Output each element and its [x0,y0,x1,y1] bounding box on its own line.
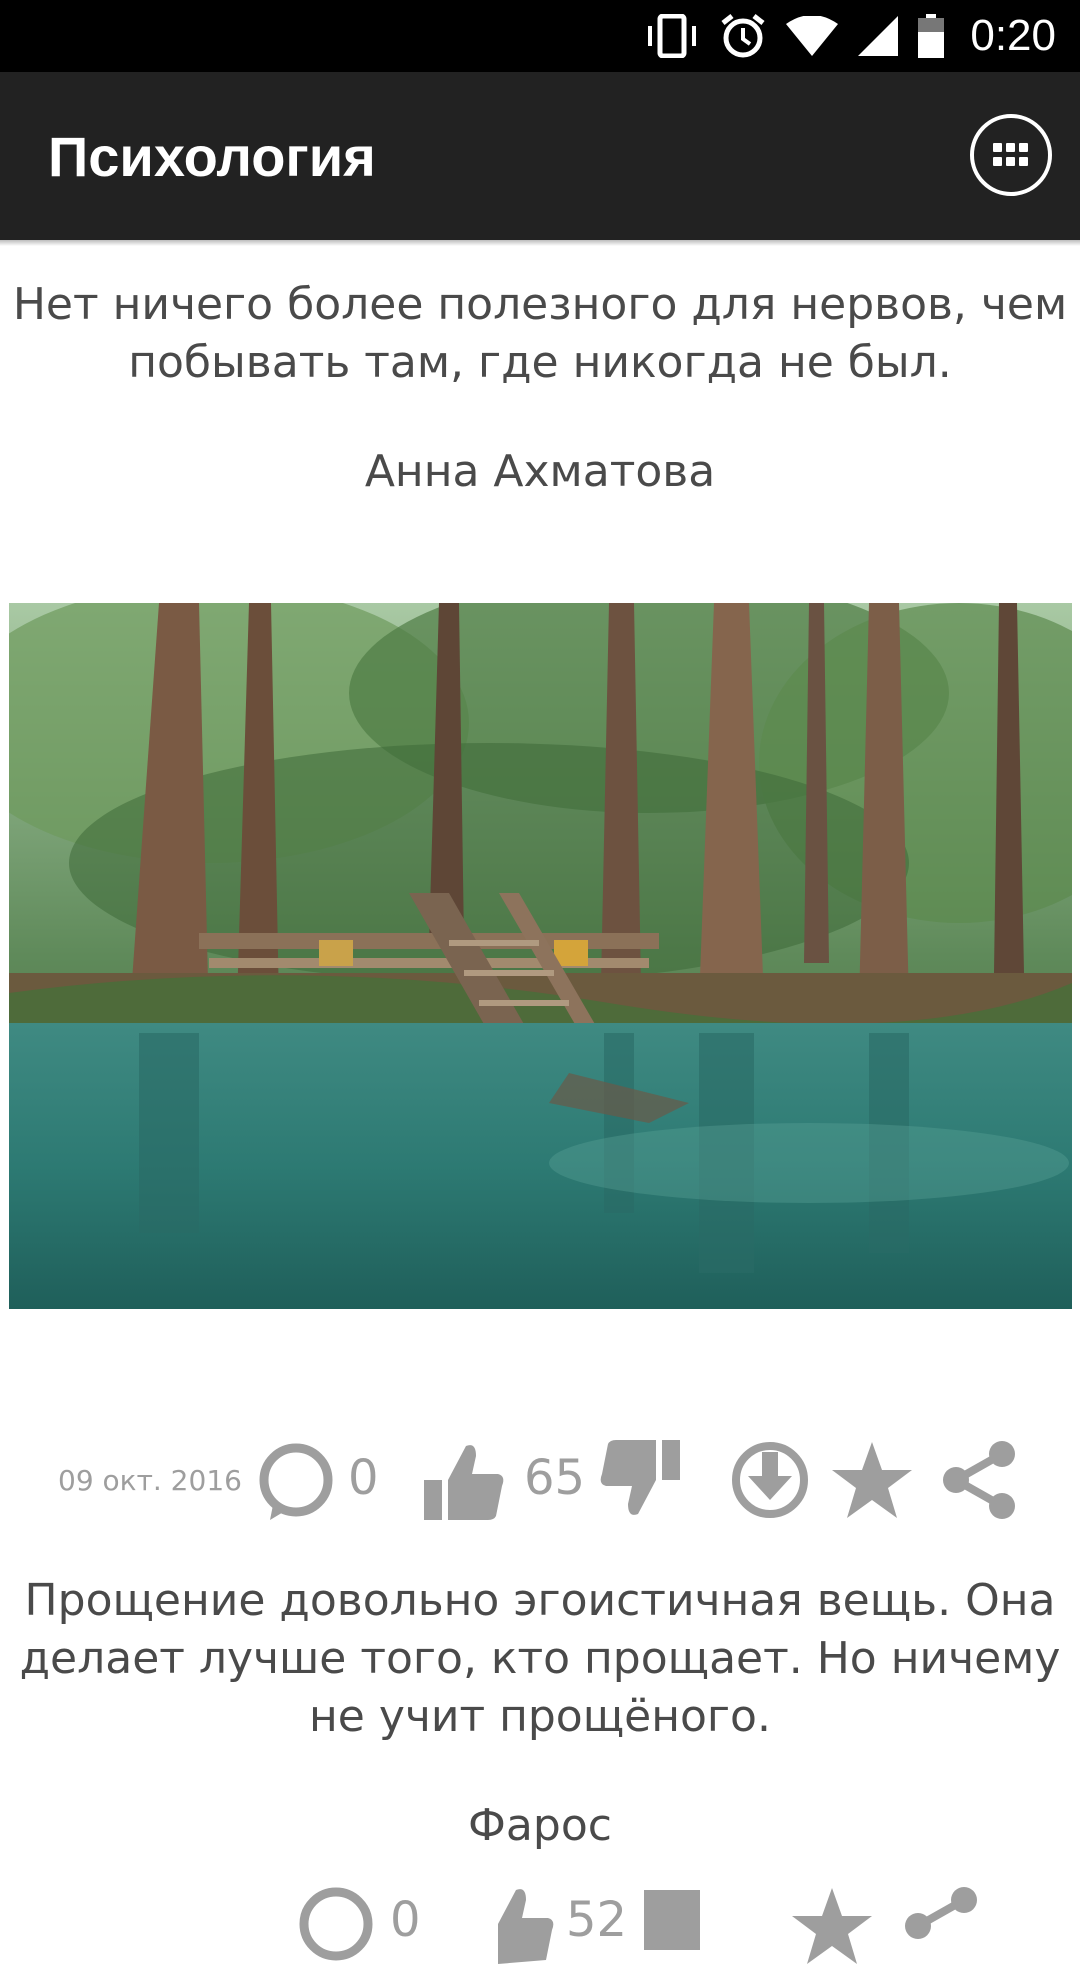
signal-icon [858,16,899,56]
post-actions-bar: 0 52 [0,1880,1080,1980]
thumbs-up-icon[interactable] [420,1436,508,1524]
comment-count: 0 [348,1450,379,1506]
post-author: Анна Ахматова [364,446,716,497]
forest-spring-photo [9,603,1072,1309]
post-actions-bar: 09 окт. 2016 0 65 [0,1430,1080,1530]
thumbs-up-icon[interactable] [470,1880,558,1968]
share-icon[interactable] [900,1884,984,1968]
wifi-icon [786,16,839,56]
post-photo[interactable] [9,603,1072,1309]
comment-count: 0 [390,1892,421,1948]
share-icon[interactable] [938,1438,1022,1522]
battery-icon [918,14,945,58]
alarm-icon [721,14,765,58]
page-title: Психология [48,124,376,188]
status-bar: 0:20 [0,0,1080,72]
like-count: 52 [566,1892,628,1948]
thumbs-down-icon[interactable] [596,1436,684,1524]
app-bar: Психология [0,72,1080,240]
post-quote-text: Нет ничего более полезного для нервов, ч… [12,279,1068,388]
app-bar-shadow [0,240,1080,246]
like-count: 65 [524,1450,586,1506]
status-time: 0:20 [970,11,1056,60]
thumbs-down-icon[interactable] [640,1880,728,1968]
post-quote-text: Прощение довольно эгоистичная вещь. Она … [19,1575,1061,1742]
comment-icon[interactable] [296,1886,376,1966]
star-icon[interactable] [830,1438,914,1522]
apps-menu-button[interactable] [970,114,1052,196]
comment-icon[interactable] [256,1442,336,1522]
star-icon[interactable] [790,1884,874,1968]
download-icon[interactable] [728,1438,812,1522]
post-date: 09 окт. 2016 [58,1464,242,1497]
post-author: Фарос [468,1800,612,1851]
vibrate-icon [648,14,697,58]
grid-dots-icon [993,143,1028,166]
